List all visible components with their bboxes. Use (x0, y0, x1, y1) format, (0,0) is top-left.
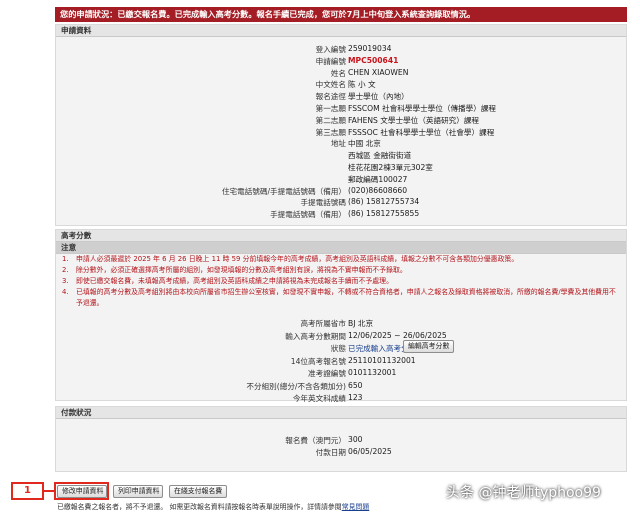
field-label: 登入編號 (315, 45, 346, 54)
note-number: 3. (62, 277, 69, 285)
field-value: (86) 15812755734 (348, 197, 420, 207)
field-value: 陈 小 文 (348, 80, 376, 90)
note-number: 1. (62, 255, 69, 263)
note-text: 已填報的高考分數及高考組別將由本校向所屬省市招生辦公室核實，如發現不實申報，不轉… (76, 288, 616, 307)
field-value: 桂花花園2棟3單元302室 (348, 163, 433, 172)
field-label: 付款日期 (315, 448, 346, 457)
note-number: 2. (62, 266, 69, 274)
field-value: (86) 15812755855 (348, 209, 420, 219)
field-label: 高考所屬省市 (300, 319, 346, 328)
note-text: 申請人必須最遲於 2025 年 6 月 26 日晚上 11 時 59 分前填報今… (76, 255, 519, 263)
section-header-application: 申請資料 (56, 25, 626, 37)
field-value: 0101132001 (348, 368, 397, 377)
field-value: 學士學位（內地） (348, 92, 409, 102)
note-item: 4. 已填報的高考分數及高考組別將由本校向所屬省市招生辦公室核實，如發現不實申報，… (62, 287, 622, 309)
field-label: 地址 (330, 139, 346, 149)
edit-gaokao-score-button[interactable]: 編輯高考分數 (403, 340, 455, 353)
notes-list: 1. 申請人必須最遲於 2025 年 6 月 26 日晚上 11 時 59 分前填… (62, 254, 622, 309)
field-value: 郵政編碼100027 (348, 174, 408, 184)
field-label: 第二志願 (315, 115, 346, 125)
field-value: 25110101132001 (348, 355, 416, 365)
field-label: 第三志願 (315, 127, 346, 137)
field-label: 狀態 (330, 344, 346, 353)
field-label: 申請編號 (315, 56, 346, 66)
note-item: 1. 申請人必須最遲於 2025 年 6 月 26 日晚上 11 時 59 分前填… (62, 254, 622, 265)
note-text: 即使已繳交報名費，未填報高考成績，高考組別及英語科成績之申請將視為未完成報名手續… (76, 277, 393, 285)
section-header-payment: 付款狀況 (56, 407, 626, 419)
highlight-box (54, 482, 109, 500)
field-value: 123 (348, 393, 363, 402)
gaokao-section: 高考分數 注意 1. 申請人必須最遲於 2025 年 6 月 26 日晚上 11 … (55, 229, 627, 403)
field-value: 650 (348, 380, 363, 390)
watermark: 头条 @钟老师typhoo99 (446, 485, 601, 501)
field-label: 住宅電話號碼/手提電話號碼（備用） (221, 186, 346, 196)
field-label: 14位高考報名號 (290, 356, 346, 366)
faq-link[interactable]: 常見問題 (342, 503, 370, 511)
field-value: 259019034 (348, 44, 392, 53)
field-value: 西城區 金融街街道 (348, 151, 412, 161)
footer-note: 已繳報名費之報名者，將不予退還。 如需更改報名資料請按報名時表單說明操作，詳情請… (57, 501, 369, 511)
field-value: MPC500641 (348, 55, 399, 65)
note-item: 2. 除分數外，必須正確選擇高考所屬的組別，如發現填報的分數及高考組別有誤，將視為… (62, 265, 622, 276)
field-label: 輸入高考分數期間 (285, 331, 346, 341)
field-label: 手提電話號碼 (300, 198, 346, 208)
field-label: 今年英文科成績 (292, 394, 346, 403)
field-label: 第一志願 (315, 104, 346, 113)
field-value: 06/05/2025 (348, 447, 392, 456)
field-label: 中文姓名 (315, 80, 346, 90)
field-label: 不分組別(總分/不含各類加分) (246, 381, 346, 391)
note-text: 除分數外，必須正確選擇高考所屬的組別，如發現填報的分數及高考組別有誤，將視為不實… (76, 266, 407, 274)
application-status-banner: 您的申請狀況：已繳交報名費。已完成輸入高考分數。報名手續已完成，您可於7月上中旬… (55, 7, 627, 22)
section-header-gaokao: 高考分數 (56, 230, 626, 242)
field-value: FSSSOC 社會科學學士學位（社會學）課程 (348, 127, 495, 137)
field-label: 姓名 (330, 68, 346, 78)
online-payment-button[interactable]: 在綫支付報名費 (169, 485, 227, 498)
field-value: (020)86608660 (348, 185, 408, 195)
notes-header: 注意 (56, 242, 626, 254)
payment-section: 付款狀況 報名費（澳門元） 300 付款日期 06/05/2025 (55, 406, 627, 472)
field-value: CHEN XIAOWEN (348, 67, 409, 77)
application-section: 申請資料 登入編號 259019034 申請編號 MPC500641 姓名 CHEN XI… (55, 24, 627, 226)
field-value: 12/06/2025 ~ 26/06/2025 (348, 330, 447, 340)
field-label: 報名途徑 (315, 92, 346, 102)
print-application-button[interactable]: 列印申請資料 (113, 485, 163, 498)
field-label: 手提電話號碼（備用） (270, 210, 346, 220)
footer-text: 已繳報名費之報名者，將不予退還。 如需更改報名資料請按報名時表單說明操作，詳情請… (57, 503, 342, 511)
field-label: 准考證編號 (308, 369, 346, 378)
field-value: FSSCOM 社會科學學士學位（傳播學）課程 (348, 104, 497, 113)
field-value: FAHENS 文學士學位（英語研究）課程 (348, 115, 480, 125)
note-number: 4. (62, 288, 69, 296)
field-value: BJ 北京 (348, 319, 374, 328)
note-item: 3. 即使已繳交報名費，未填報高考成績，高考組別及英語科成績之申請將視為未完成報名… (62, 276, 622, 287)
callout-number-badge: 1 (11, 482, 44, 500)
field-value: 300 (348, 435, 363, 444)
field-label: 報名費（澳門元） (285, 436, 346, 445)
field-value: 中國 北京 (348, 139, 381, 149)
